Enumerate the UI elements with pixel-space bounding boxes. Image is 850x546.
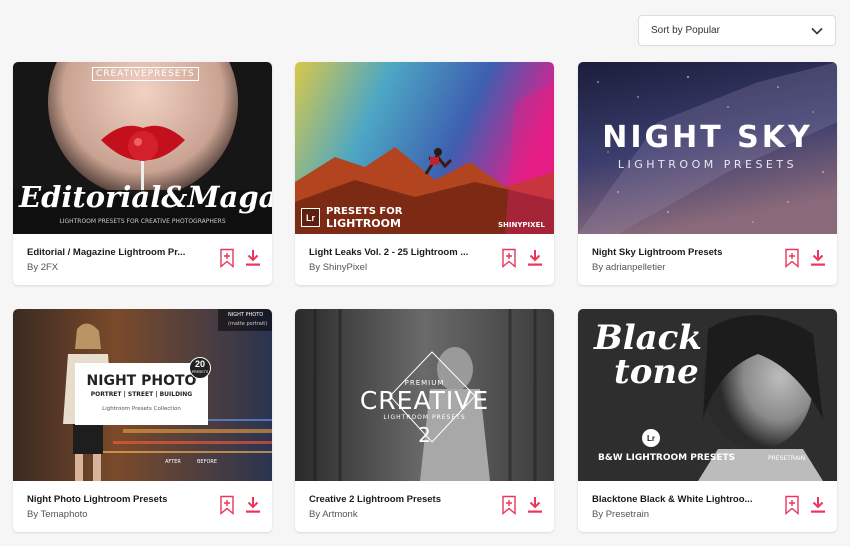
thumbnail-brand: PRESETRAIN	[768, 455, 806, 462]
thumbnail-brand: SHINYPIXEL	[498, 221, 545, 229]
thumbnail-number: 2	[418, 423, 431, 447]
preset-thumbnail[interactable]: NIGHT PHOTO (matte portrait) NIGHT PHOTO…	[13, 309, 272, 481]
preset-author[interactable]: By Artmonk	[309, 509, 358, 520]
preset-title[interactable]: Night Photo Lightroom Presets	[27, 494, 195, 505]
preset-count-label: PRESETS	[191, 370, 209, 374]
thumbnail-subtitle: LIGHTROOM PRESETS	[617, 158, 798, 171]
preset-author[interactable]: By ShinyPixel	[309, 262, 367, 273]
thumbnail-headline: NIGHT SKY	[602, 120, 813, 155]
preset-title[interactable]: Editorial / Magazine Lightroom Pr...	[27, 247, 195, 258]
preset-count-badge: 20 PRESETS	[189, 357, 211, 379]
thumbnail-line1: Black	[594, 318, 702, 358]
thumbnail-subtitle: LIGHTROOM PRESETS	[383, 414, 466, 421]
preset-card[interactable]: CREATIVEPRESETS Editorial&Magazine LIGHT…	[13, 62, 272, 285]
preset-thumbnail[interactable]: CREATIVEPRESETS Editorial&Magazine LIGHT…	[13, 62, 272, 234]
preset-author[interactable]: By Presetrain	[592, 509, 649, 520]
sort-dropdown-label: Sort by Popular	[651, 25, 720, 36]
preset-thumbnail[interactable]: NIGHT SKY LIGHTROOM PRESETS	[578, 62, 837, 234]
preset-thumbnail[interactable]: PREMIUM CREATIVE LIGHTROOM PRESETS 2	[295, 309, 554, 481]
preset-title[interactable]: Light Leaks Vol. 2 - 25 Lightroom ...	[309, 247, 477, 258]
thumbnail-headline: NIGHT PHOTO	[86, 373, 197, 389]
preset-title[interactable]: Creative 2 Lightroom Presets	[309, 494, 477, 505]
chevron-down-icon	[811, 27, 823, 35]
thumbnail-tags: PORTRET | STREET | BUILDING	[90, 391, 193, 398]
add-to-collection-icon[interactable]	[500, 495, 518, 515]
preset-thumbnail[interactable]: Black tone Lr B&W LIGHTROOM PRESETS PRES…	[578, 309, 837, 481]
download-icon[interactable]	[526, 248, 544, 268]
preset-title[interactable]: Blacktone Black & White Lightroo...	[592, 494, 760, 505]
preset-thumbnail[interactable]: Lr PRESETS FOR LIGHTROOM SHINYPIXEL	[295, 62, 554, 234]
download-icon[interactable]	[244, 495, 262, 515]
preset-author[interactable]: By 2FX	[27, 262, 58, 273]
preset-title[interactable]: Night Sky Lightroom Presets	[592, 247, 760, 258]
preset-card[interactable]: NIGHT PHOTO (matte portrait) NIGHT PHOTO…	[13, 309, 272, 532]
sort-dropdown[interactable]: Sort by Popular	[638, 15, 836, 46]
after-label: AFTER	[165, 459, 181, 465]
preset-card[interactable]: Lr PRESETS FOR LIGHTROOM SHINYPIXEL Ligh…	[295, 62, 554, 285]
thumbnail-line2: tone	[614, 352, 699, 392]
thumbnail-headline: Editorial&Magazine	[19, 180, 272, 214]
before-label: BEFORE	[197, 459, 218, 465]
thumbnail-subtitle: B&W LIGHTROOM PRESETS	[598, 453, 736, 463]
download-icon[interactable]	[809, 495, 827, 515]
download-icon[interactable]	[526, 495, 544, 515]
thumbnail-headline: CREATIVE	[359, 386, 490, 415]
preset-author[interactable]: By adrianpelletier	[592, 262, 665, 273]
add-to-collection-icon[interactable]	[218, 248, 236, 268]
preset-author[interactable]: By Temaphoto	[27, 509, 88, 520]
lightroom-icon: Lr	[642, 429, 660, 447]
thumbnail-subtitle: Lightroom Presets Collection	[102, 406, 181, 412]
preset-card[interactable]: Black tone Lr B&W LIGHTROOM PRESETS PRES…	[578, 309, 837, 532]
lightroom-icon: Lr	[301, 208, 320, 227]
preset-card[interactable]: PREMIUM CREATIVE LIGHTROOM PRESETS 2 Cre…	[295, 309, 554, 532]
preset-count: 20	[194, 359, 205, 369]
add-to-collection-icon[interactable]	[500, 248, 518, 268]
thumbnail-corner-label: NIGHT PHOTO	[228, 312, 264, 318]
download-icon[interactable]	[244, 248, 262, 268]
add-to-collection-icon[interactable]	[783, 248, 801, 268]
thumbnail-line1: PRESETS FOR	[326, 206, 403, 217]
thumbnail-line2: LIGHTROOM	[326, 217, 401, 230]
add-to-collection-icon[interactable]	[783, 495, 801, 515]
thumbnail-brand: CREATIVEPRESETS	[92, 67, 199, 81]
add-to-collection-icon[interactable]	[218, 495, 236, 515]
download-icon[interactable]	[809, 248, 827, 268]
thumbnail-corner-sublabel: (matte portrait)	[228, 321, 268, 327]
thumbnail-subtitle: LIGHTROOM PRESETS FOR CREATIVE PHOTOGRAP…	[59, 218, 226, 225]
preset-card[interactable]: NIGHT SKY LIGHTROOM PRESETS Night Sky Li…	[578, 62, 837, 285]
